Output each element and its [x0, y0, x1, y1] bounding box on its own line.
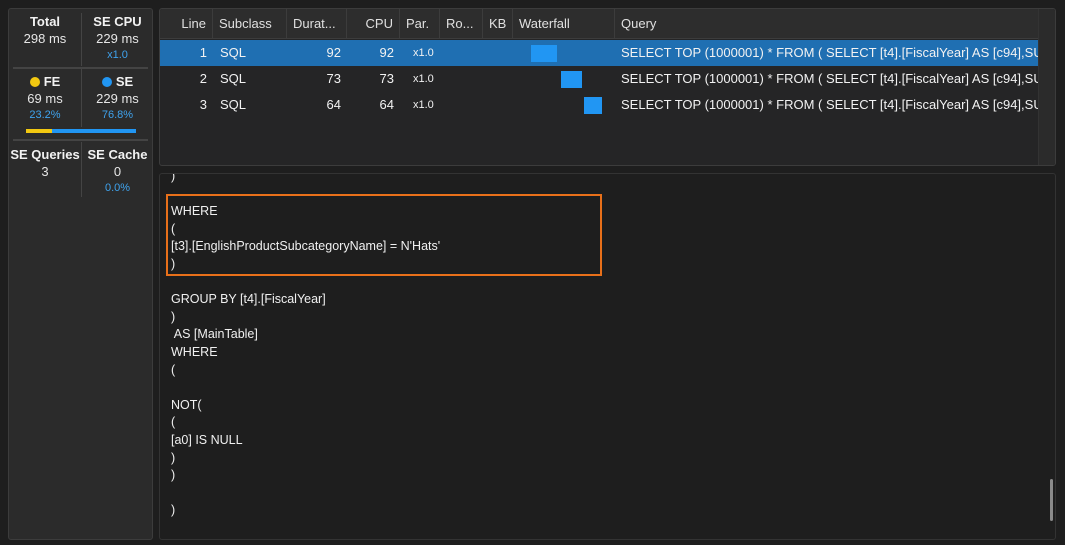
- se-cpu-ratio: x1.0: [107, 49, 128, 61]
- where-clause-highlight: [166, 194, 602, 276]
- grid-scrollbar[interactable]: [1038, 9, 1055, 165]
- query-text-pane[interactable]: ) WHERE([t3].[EnglishProductSubcategoryNa…: [159, 173, 1056, 540]
- se-cache-label: SE Cache: [87, 147, 148, 162]
- query-line: ): [171, 309, 176, 324]
- waterfall-bar: [560, 71, 582, 88]
- total-stat: Total 298 ms: [9, 14, 81, 48]
- cell-parallelism: x1.0: [413, 99, 434, 111]
- column-header-duration[interactable]: Durat...: [287, 9, 347, 39]
- waterfall-bar: [531, 45, 558, 62]
- query-line: ): [171, 450, 176, 465]
- cell-duration: 73: [326, 71, 341, 86]
- cell-parallelism: x1.0: [413, 47, 434, 59]
- column-header-rows[interactable]: Ro...: [440, 9, 483, 39]
- fe-percent: 23.2%: [29, 109, 61, 121]
- query-line: NOT(: [171, 397, 202, 412]
- cell-duration: 64: [326, 97, 341, 112]
- column-header-waterfall[interactable]: Waterfall: [513, 9, 615, 39]
- column-header-cpu[interactable]: CPU: [347, 9, 400, 39]
- query-line: WHERE: [171, 345, 218, 359]
- waterfall-bar: [583, 97, 602, 114]
- column-header-line[interactable]: Line: [160, 9, 213, 39]
- cell-kb: [483, 66, 511, 92]
- se-cpu-label: SE CPU: [93, 14, 142, 29]
- table-row[interactable]: 1 SQL 92 92 x1.0 SELECT TOP (1000001) * FROM …: [160, 40, 1038, 66]
- cell-line: 3: [199, 97, 207, 112]
- cell-cpu: 73: [379, 71, 394, 86]
- fe-ratio-bar: [26, 129, 52, 133]
- grid-header: Line Subclass Durat... CPU Par. Ro... KB…: [160, 9, 1038, 39]
- se-queries-value: 3: [41, 164, 49, 179]
- se-dot-icon: [101, 77, 112, 87]
- column-header-parallelism[interactable]: Par.: [400, 9, 440, 39]
- column-header-kb[interactable]: KB: [483, 9, 513, 39]
- cell-rows: [440, 40, 480, 66]
- se-cpu-stat: SE CPU 229 ms x1.0: [82, 14, 153, 62]
- cell-duration: 92: [326, 45, 341, 60]
- fe-value: 69 ms: [27, 91, 63, 106]
- total-value: 298 ms: [23, 31, 67, 46]
- se-label: SE: [115, 74, 134, 89]
- se-cache-value: 0: [113, 164, 122, 179]
- cell-query: SELECT TOP (1000001) * FROM ( SELECT [t4…: [621, 45, 1038, 60]
- cell-kb: [483, 92, 511, 118]
- se-value: 229 ms: [96, 91, 139, 106]
- cell-kb: [483, 40, 511, 66]
- server-timings-summary: Total 298 ms SE CPU 229 ms x1.0 FE 69 ms…: [8, 8, 153, 540]
- query-line: GROUP BY [t4].[FiscalYear]: [171, 292, 326, 307]
- cell-subclass: SQL: [220, 71, 247, 86]
- se-cpu-value: 229 ms: [96, 31, 139, 46]
- se-queries-label: SE Queries: [10, 147, 80, 162]
- query-line: AS [MainTable]: [171, 327, 258, 342]
- cell-query: SELECT TOP (1000001) * FROM ( SELECT [t4…: [621, 97, 1038, 112]
- se-cache-percent: 0.0%: [104, 182, 131, 194]
- cell-cpu: 92: [379, 45, 394, 60]
- cell-query: SELECT TOP (1000001) * FROM ( SELECT [t4…: [621, 71, 1038, 86]
- fe-stat: FE 69 ms 23.2%: [9, 74, 81, 122]
- query-line: [a0] IS NULL: [171, 433, 243, 447]
- column-header-subclass[interactable]: Subclass: [213, 9, 287, 39]
- server-timings-grid: Line Subclass Durat... CPU Par. Ro... KB…: [159, 8, 1056, 166]
- cell-subclass: SQL: [220, 97, 247, 112]
- cell-rows: [440, 92, 480, 118]
- query-line: ): [171, 173, 176, 183]
- query-scrollbar-thumb[interactable]: [1050, 479, 1053, 521]
- table-row[interactable]: 2 SQL 73 73 x1.0 SELECT TOP (1000001) * FROM …: [160, 66, 1038, 92]
- query-line: ): [171, 468, 176, 483]
- query-line: ): [171, 503, 176, 518]
- cell-line: 2: [199, 71, 207, 86]
- cell-line: 1: [199, 45, 207, 60]
- se-cache-stat: SE Cache 0 0.0%: [82, 147, 153, 195]
- query-line: (: [171, 362, 176, 377]
- cell-subclass: SQL: [220, 45, 247, 60]
- fe-label: FE: [43, 74, 61, 89]
- se-percent: 76.8%: [101, 109, 134, 121]
- cell-parallelism: x1.0: [413, 73, 434, 85]
- total-label: Total: [29, 14, 61, 29]
- fe-dot-icon: [29, 77, 40, 87]
- divider: [13, 139, 148, 141]
- table-row[interactable]: 3 SQL 64 64 x1.0 SELECT TOP (1000001) * FROM …: [160, 92, 1038, 118]
- query-line: (: [171, 415, 176, 430]
- se-ratio-bar: [52, 129, 136, 133]
- se-stat: SE 229 ms 76.8%: [82, 74, 153, 122]
- cell-cpu: 64: [379, 97, 394, 112]
- se-queries-stat: SE Queries 3: [9, 147, 81, 181]
- cell-rows: [440, 66, 480, 92]
- column-header-query[interactable]: Query: [615, 9, 1040, 39]
